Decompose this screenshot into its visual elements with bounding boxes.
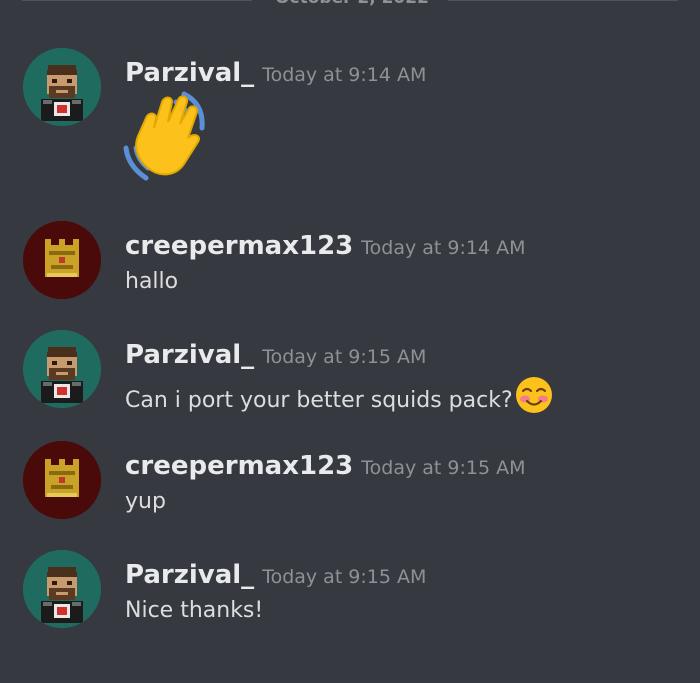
message-text: hallo — [125, 269, 179, 294]
user-avatar[interactable] — [23, 550, 101, 628]
username[interactable]: creepermax123 — [125, 451, 353, 481]
message-header: creepermax123 Today at 9:14 AM — [125, 231, 525, 261]
timestamp: Today at 9:15 AM — [361, 457, 526, 479]
date-divider-text: October 2, 2022 — [262, 0, 442, 8]
pixel-man-avatar-icon — [23, 330, 101, 408]
waving-hand-icon — [118, 88, 218, 188]
message-header: Parzival_ Today at 9:15 AM — [125, 560, 426, 590]
timestamp: Today at 9:15 AM — [262, 566, 427, 588]
username[interactable]: Parzival_ — [125, 58, 254, 88]
date-divider: October 2, 2022 — [0, 0, 700, 12]
message-text: Can i port your better squids pack? — [125, 388, 513, 413]
pixel-man-avatar-icon — [23, 550, 101, 628]
username[interactable]: Parzival_ — [125, 560, 254, 590]
timestamp: Today at 9:14 AM — [262, 64, 427, 86]
pixel-man-avatar-icon — [23, 48, 101, 126]
timestamp: Today at 9:14 AM — [361, 237, 526, 259]
user-avatar[interactable] — [23, 221, 101, 299]
golden-crown-avatar-icon — [23, 441, 101, 519]
user-avatar[interactable] — [23, 330, 101, 408]
divider-line — [22, 0, 252, 1]
golden-crown-avatar-icon — [23, 221, 101, 299]
username[interactable]: creepermax123 — [125, 231, 353, 261]
timestamp: Today at 9:15 AM — [262, 346, 427, 368]
message-text: Nice thanks! — [125, 598, 264, 623]
message-header: creepermax123 Today at 9:15 AM — [125, 451, 525, 481]
user-avatar[interactable] — [23, 441, 101, 519]
message-text-row: Can i port your better squids pack? — [125, 375, 554, 424]
divider-line — [448, 0, 678, 1]
message-header: Parzival_ Today at 9:15 AM — [125, 340, 426, 370]
message-text: yup — [125, 489, 166, 514]
smiling-face-with-blush-icon — [514, 375, 554, 421]
chat-log: October 2, 2022 Parzival_Today at — [0, 0, 700, 683]
user-avatar[interactable] — [23, 48, 101, 126]
message-header: Parzival_ Today at 9:14 AM — [125, 58, 426, 88]
username[interactable]: Parzival_ — [125, 340, 254, 370]
